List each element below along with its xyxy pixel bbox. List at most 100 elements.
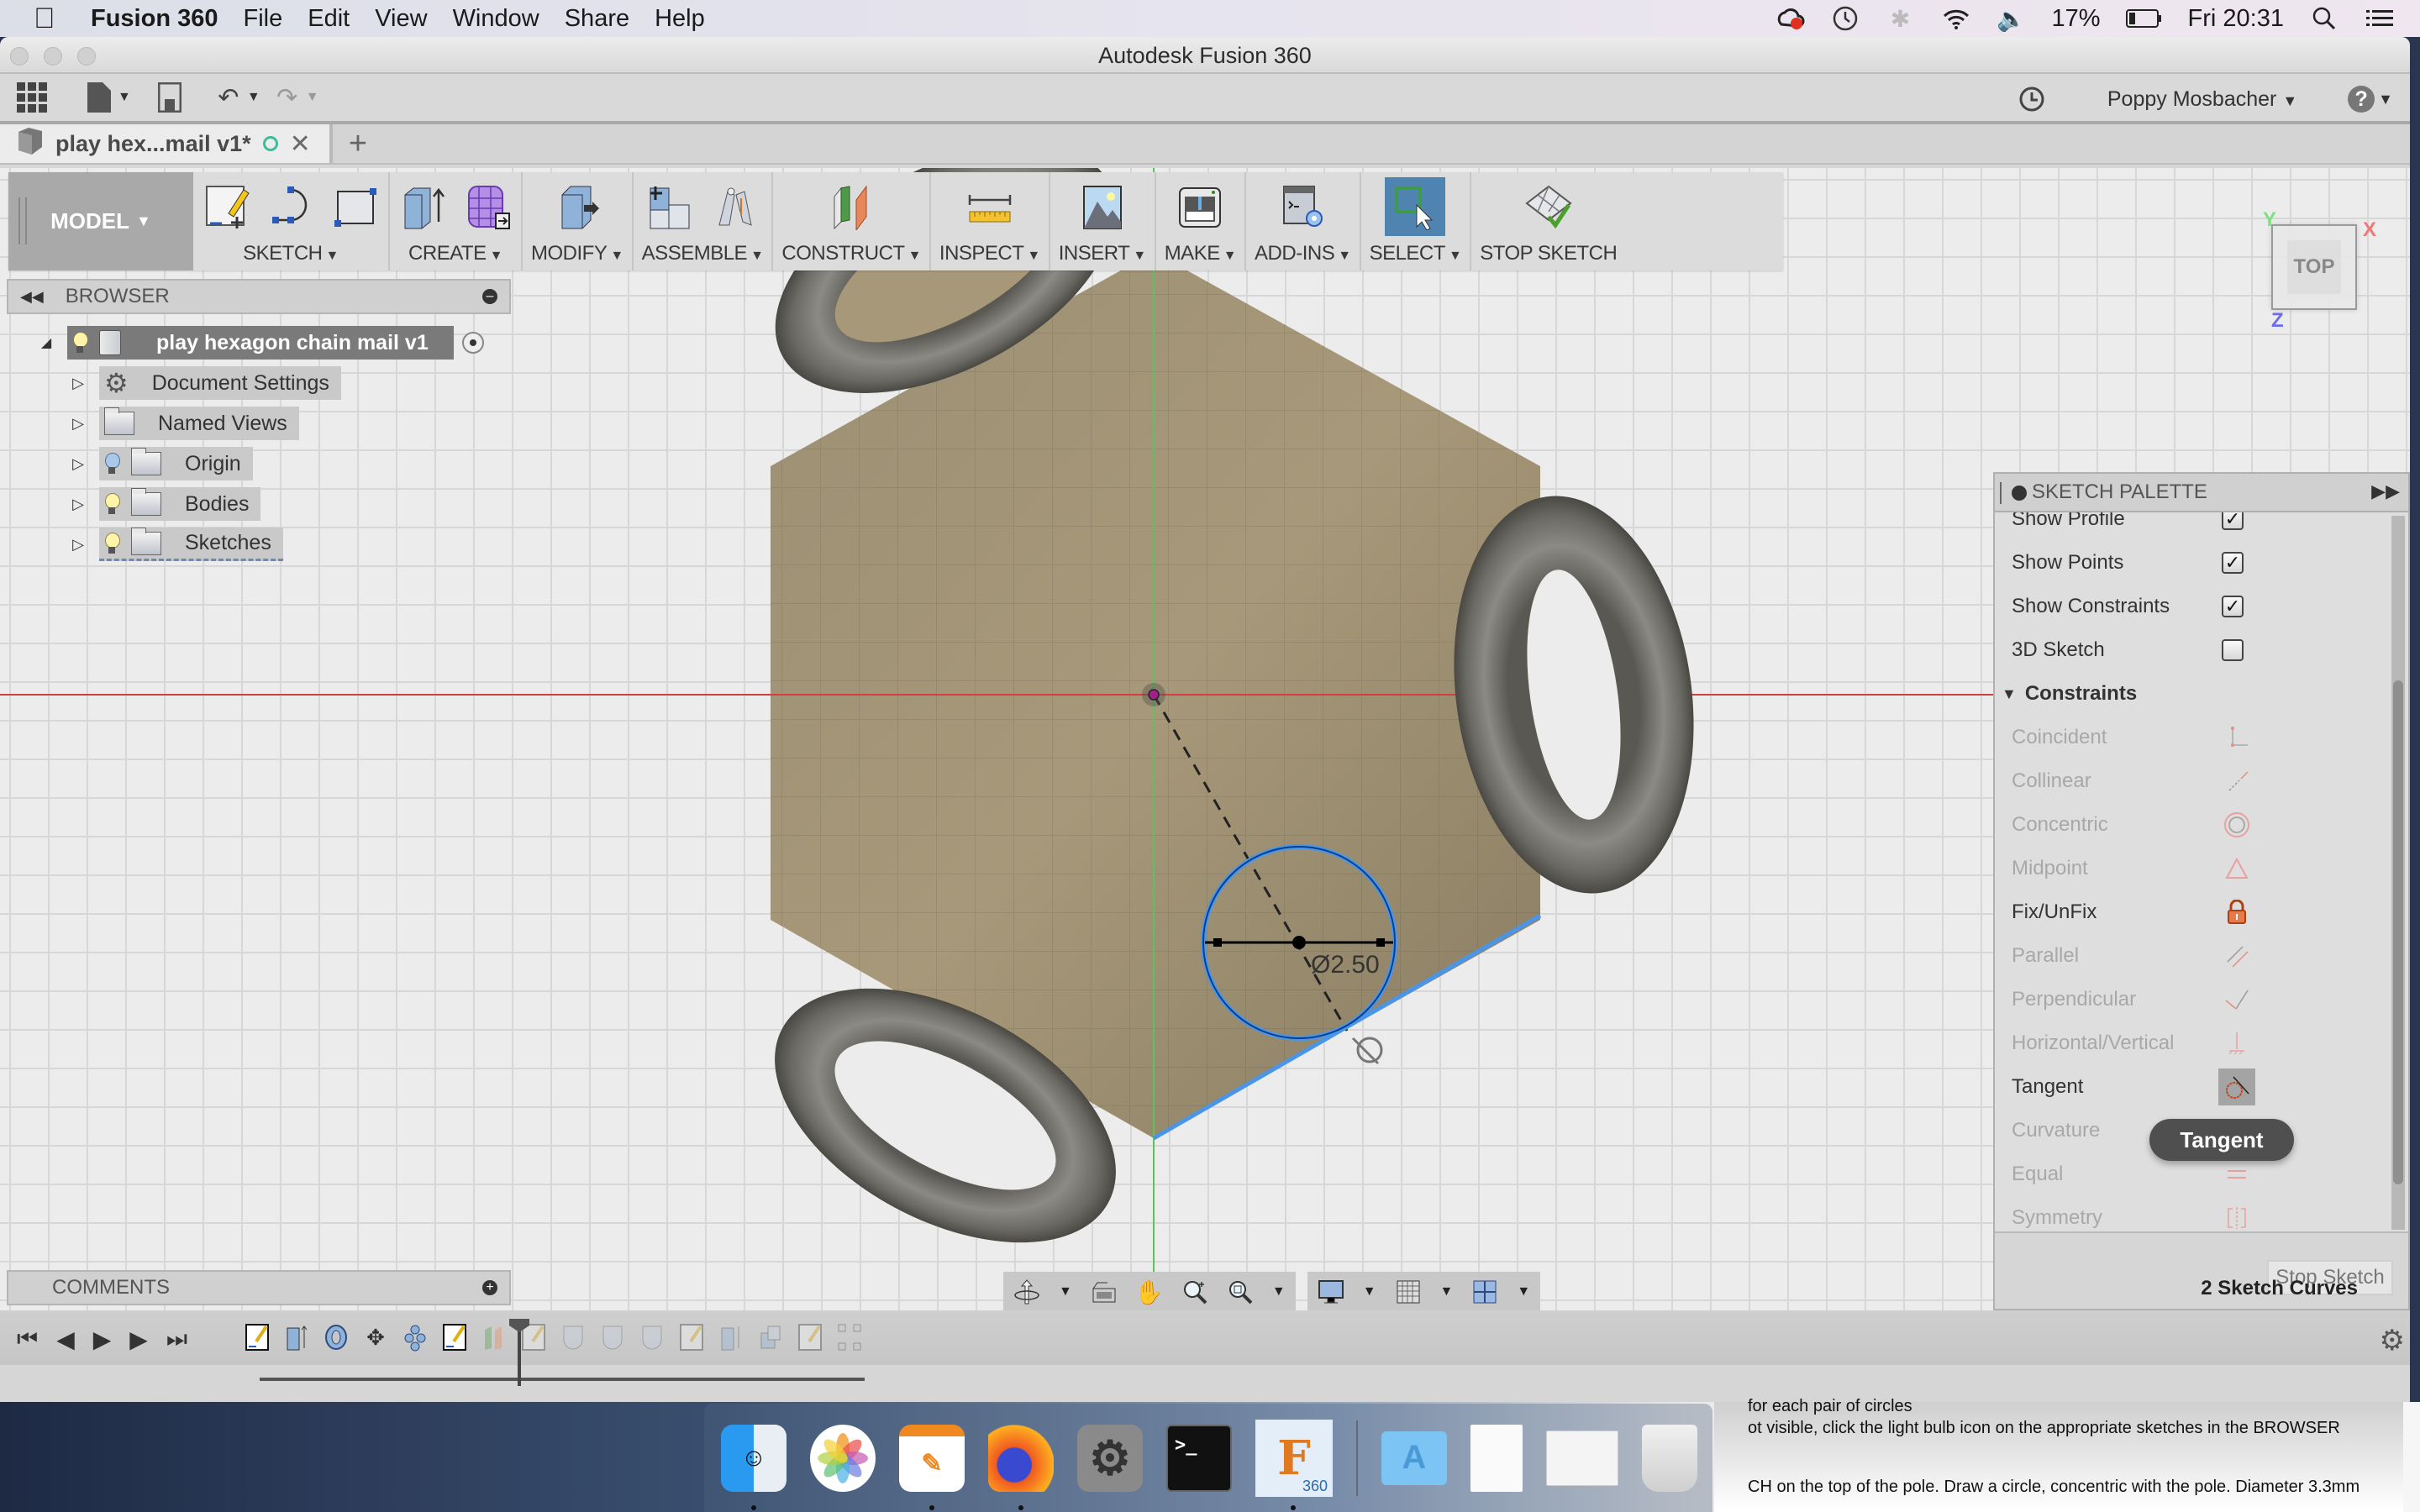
menu-app-name[interactable]: Fusion 360 [91,5,218,33]
browser-item-document-settings[interactable]: ▷ ⚙ Document Settings [7,363,511,403]
timeline-plane-icon[interactable] [481,1322,508,1352]
constraints-section-header[interactable]: ▼ Constraints [1995,672,2388,716]
browser-minimize-icon[interactable]: – [482,289,497,304]
select-menu[interactable]: SELECT ▼ [1370,242,1462,265]
timeline-sweep-icon[interactable] [639,1322,666,1352]
menu-edit[interactable]: Edit [308,5,350,33]
addins-menu[interactable]: ADD-INS ▼ [1255,242,1351,265]
orbit-icon[interactable] [1013,1278,1040,1305]
workspace-switcher[interactable]: MODEL ▼ [8,172,193,270]
expand-arrow-icon[interactable]: ▷ [66,375,91,392]
create-sketch-icon[interactable] [202,181,252,232]
create-menu[interactable]: CREATE ▼ [408,242,502,265]
palette-minimize-icon[interactable] [2012,486,2027,501]
clock[interactable]: Fri 20:31 [2188,5,2284,33]
dock-terminal[interactable]: >_ [1166,1424,1232,1492]
rectangle-tool-icon[interactable] [329,181,380,232]
volume-icon[interactable]: 🔈 [1996,3,2027,34]
comments-header[interactable]: COMMENTS + [7,1270,511,1305]
palette-scrollbar-thumb[interactable] [2393,680,2403,1184]
timeline-extrude-icon[interactable] [718,1322,744,1352]
bluetooth-icon[interactable]: ✱ [1886,3,1916,34]
pan-hand-icon[interactable]: ✋ [1134,1278,1164,1305]
time-machine-icon[interactable] [1830,3,1860,34]
timeline-sketch-icon[interactable] [797,1322,823,1352]
undo-caret[interactable]: ▼ [247,90,260,105]
dock-trash[interactable] [1642,1424,1697,1492]
constraint-horizontal-vertical[interactable]: Horizontal/Vertical [1995,1021,2388,1065]
step-forward-icon[interactable]: ▶ [129,1326,148,1353]
expand-arrow-icon[interactable]: ▷ [66,415,91,433]
user-account-menu[interactable]: Poppy Mosbacher ▼ [2107,87,2297,112]
timeline-settings-gear-icon[interactable]: ⚙ [2380,1324,2405,1357]
save-icon[interactable] [153,81,187,114]
dock-pages[interactable]: ✎ [899,1424,965,1510]
sketch-menu[interactable]: SKETCH ▼ [243,242,339,265]
make-menu[interactable]: MAKE ▼ [1165,242,1237,265]
browser-item-origin[interactable]: ▷ Origin [7,444,511,484]
viewports-icon[interactable] [1471,1278,1498,1305]
stop-sketch-icon[interactable] [1523,181,1574,232]
job-status-clock-icon[interactable] [2015,82,2049,116]
menu-help[interactable]: Help [655,5,705,33]
battery-icon[interactable] [2125,3,2163,34]
show-profile-checkbox[interactable]: ✓ [2222,512,2244,530]
close-window-button[interactable] [10,47,29,66]
data-panel-grid-icon[interactable] [15,81,49,114]
constraint-tangent[interactable]: Tangent [1995,1065,2388,1109]
timeline-torus-icon[interactable] [323,1322,350,1352]
visibility-bulb-icon[interactable] [104,532,120,554]
add-comment-icon[interactable]: + [482,1280,497,1295]
stop-sketch-button[interactable]: STOP SKETCH [1480,242,1618,265]
creative-cloud-icon[interactable] [1775,3,1805,34]
timeline-marker[interactable] [518,1319,521,1386]
diameter-dimension-label[interactable]: Ø2.50 [1311,951,1380,979]
expand-arrow-icon[interactable]: ▷ [66,536,91,554]
grid-settings-icon[interactable] [1395,1278,1422,1305]
create-form-icon[interactable] [462,181,513,232]
file-menu-icon[interactable] [82,81,116,114]
scripts-addins-icon[interactable] [1277,181,1328,232]
inspect-menu[interactable]: INSPECT ▼ [939,242,1040,265]
constraint-collinear[interactable]: Collinear [1995,759,2388,803]
new-component-icon[interactable] [645,181,696,232]
expand-arrow-icon[interactable]: ▷ [66,496,91,513]
menu-share[interactable]: Share [565,5,629,33]
display-caret[interactable]: ▼ [1363,1284,1376,1299]
dock-fusion-360[interactable]: F 360 [1255,1419,1333,1510]
timeline-move-icon[interactable]: ✥ [362,1322,389,1352]
3d-print-icon[interactable] [1175,181,1225,232]
orbit-caret[interactable]: ▼ [1059,1284,1072,1299]
view-cube[interactable]: TOP [2271,224,2357,310]
root-component[interactable]: play hexagon chain mail v1 [67,326,454,360]
dock-finder[interactable]: ☺ [721,1424,786,1510]
press-pull-icon[interactable] [552,181,602,232]
browser-root-node[interactable]: ◢ play hexagon chain mail v1 [7,323,511,363]
constraint-concentric[interactable]: Concentric [1995,803,2388,847]
browser-header[interactable]: ◀◀ BROWSER – [7,279,511,314]
dock-firefox[interactable] [988,1424,1054,1510]
menu-window[interactable]: Window [453,5,539,33]
dock-photos[interactable] [810,1424,876,1492]
view-cube-top-face[interactable]: TOP [2287,240,2341,294]
go-to-end-icon[interactable]: ⏭ [166,1326,187,1353]
timeline-track[interactable] [260,1378,865,1381]
tangent-constraint-glyph[interactable] [1351,1037,1383,1065]
origin-point[interactable] [1148,689,1160,701]
show-points-checkbox[interactable]: ✓ [2222,552,2244,574]
undo-icon[interactable]: ↶ [212,81,245,114]
menu-view[interactable]: View [375,5,427,33]
dock-applications-folder[interactable]: A [1381,1431,1447,1485]
grid-caret[interactable]: ▼ [1440,1284,1454,1299]
extrude-icon[interactable] [398,181,449,232]
file-menu-caret[interactable]: ▼ [118,90,131,105]
design-canvas[interactable]: Ø2.50 MODEL ▼ SKETCH ▼ CREATE ▼ MODIFY ▼… [0,168,2410,1312]
measure-icon[interactable] [965,181,1015,232]
fit-window-icon[interactable] [1227,1278,1254,1305]
expand-arrow-icon[interactable]: ▷ [66,455,91,473]
new-tab-button[interactable]: + [333,124,383,163]
menu-file[interactable]: File [244,5,283,33]
document-tab[interactable]: play hex...mail v1* ✕ [0,124,333,163]
activate-component-radio[interactable] [461,332,484,354]
notification-center-icon[interactable] [2365,3,2395,34]
